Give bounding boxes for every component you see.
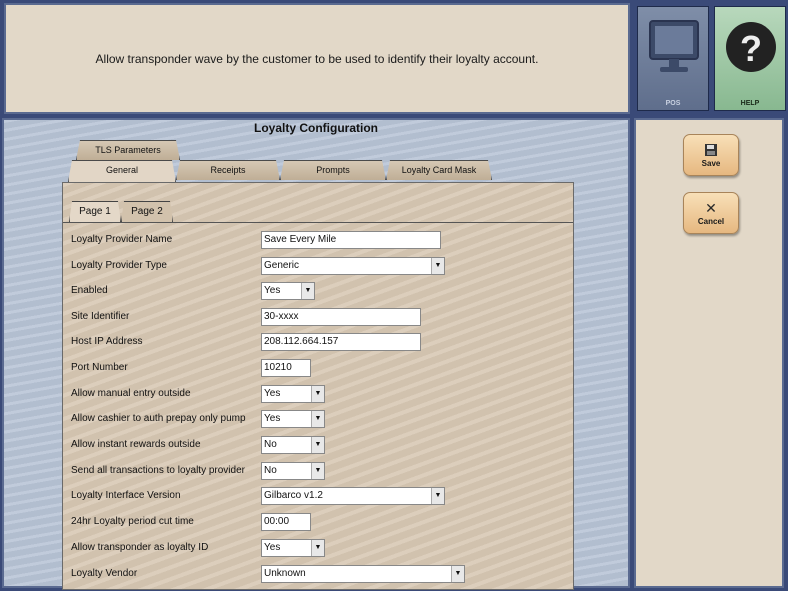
field-row: Allow transponder as loyalty ID Yes ▼	[71, 539, 571, 559]
select-value: Yes	[264, 285, 281, 296]
field-row: Host IP Address 208.112.664.157	[71, 333, 571, 353]
chevron-down-icon: ▼	[311, 437, 324, 453]
select-value: Yes	[264, 413, 281, 424]
svg-text:?: ?	[740, 28, 762, 69]
tab-receipts[interactable]: Receipts	[176, 160, 280, 180]
field-row: Allow cashier to auth prepay only pump Y…	[71, 410, 571, 430]
enabled-select[interactable]: Yes ▼	[261, 282, 315, 300]
field-label: Host IP Address	[71, 336, 143, 347]
select-value: Gilbarco v1.2	[264, 490, 323, 501]
interface-version-select[interactable]: Gilbarco v1.2 ▼	[261, 487, 445, 505]
chevron-down-icon: ▼	[451, 566, 464, 582]
save-button[interactable]: Save	[683, 134, 739, 176]
field-row: Loyalty Provider Type Generic ▼	[71, 257, 571, 277]
floppy-disk-icon	[705, 143, 717, 156]
monitor-icon	[649, 20, 699, 72]
select-value: Yes	[264, 388, 281, 399]
cut-time-input[interactable]: 00:00	[261, 513, 311, 531]
field-row: Send all transactions to loyalty provide…	[71, 462, 571, 482]
field-label: Allow manual entry outside	[71, 388, 191, 399]
select-value: Yes	[264, 542, 281, 553]
action-panel: Save ✕ Cancel	[634, 118, 784, 588]
field-label: Port Number	[71, 362, 128, 373]
field-label: 24hr Loyalty period cut time	[71, 516, 194, 527]
field-row: Loyalty Vendor Unknown ▼	[71, 565, 571, 585]
select-value: No	[264, 439, 277, 450]
message-bar: Allow transponder wave by the customer t…	[4, 3, 630, 114]
field-label: Loyalty Provider Type	[71, 260, 167, 271]
field-row: Enabled Yes ▼	[71, 282, 571, 302]
help-label: HELP	[740, 100, 760, 107]
field-row: Loyalty Provider Name Save Every Mile	[71, 231, 571, 251]
chevron-down-icon: ▼	[301, 283, 314, 299]
cashier-prepay-select[interactable]: Yes ▼	[261, 410, 325, 428]
chevron-down-icon: ▼	[311, 540, 324, 556]
tab-loyalty-card-mask[interactable]: Loyalty Card Mask	[386, 160, 492, 180]
field-label: Allow instant rewards outside	[71, 439, 201, 450]
provider-type-select[interactable]: Generic ▼	[261, 257, 445, 275]
close-icon: ✕	[705, 199, 717, 216]
main-area: Loyalty Configuration TLS Parameters Gen…	[2, 118, 630, 590]
provider-name-input[interactable]: Save Every Mile	[261, 231, 441, 249]
help-button[interactable]: ? HELP	[714, 6, 786, 111]
chevron-down-icon: ▼	[431, 258, 444, 274]
field-row: 24hr Loyalty period cut time 00:00	[71, 513, 571, 533]
manual-entry-select[interactable]: Yes ▼	[261, 385, 325, 403]
cancel-button[interactable]: ✕ Cancel	[683, 192, 739, 234]
port-number-input[interactable]: 10210	[261, 359, 311, 377]
pos-button[interactable]: POS	[637, 6, 709, 111]
cancel-label: Cancel	[697, 216, 725, 226]
save-label: Save	[701, 158, 721, 168]
field-row: Port Number 10210	[71, 359, 571, 379]
tab-general[interactable]: General	[68, 160, 176, 182]
select-value: Unknown	[264, 568, 306, 579]
send-all-select[interactable]: No ▼	[261, 462, 325, 480]
host-ip-input[interactable]: 208.112.664.157	[261, 333, 421, 351]
field-row: Allow instant rewards outside No ▼	[71, 436, 571, 456]
instant-rewards-select[interactable]: No ▼	[261, 436, 325, 454]
field-row: Loyalty Interface Version Gilbarco v1.2 ▼	[71, 487, 571, 507]
chevron-down-icon: ▼	[311, 411, 324, 427]
chevron-down-icon: ▼	[431, 488, 444, 504]
select-value: No	[264, 465, 277, 476]
field-label: Loyalty Vendor	[71, 568, 138, 579]
page-title: Loyalty Configuration	[254, 121, 378, 135]
vendor-select[interactable]: Unknown ▼	[261, 565, 465, 583]
field-label: Enabled	[71, 285, 108, 296]
select-value: Generic	[264, 260, 300, 271]
field-row: Allow manual entry outside Yes ▼	[71, 385, 571, 405]
pos-label: POS	[665, 100, 681, 107]
field-label: Site Identifier	[71, 311, 130, 322]
chevron-down-icon: ▼	[311, 463, 324, 479]
question-icon: ?	[726, 22, 776, 72]
tab-prompts[interactable]: Prompts	[280, 160, 386, 180]
tab-page-2[interactable]: Page 2	[121, 201, 173, 222]
field-label: Loyalty Interface Version	[71, 490, 181, 501]
help-message: Allow transponder wave by the customer t…	[95, 51, 539, 66]
site-identifier-input[interactable]: 30-xxxx	[261, 308, 421, 326]
tab-page-1[interactable]: Page 1	[69, 201, 121, 222]
general-panel: Page 1 Page 2 Loyalty Provider Name Save…	[62, 182, 574, 590]
field-label: Send all transactions to loyalty provide…	[71, 465, 245, 476]
field-label: Allow cashier to auth prepay only pump	[71, 413, 246, 424]
settings-form: Loyalty Provider Name Save Every Mile Lo…	[63, 222, 573, 590]
field-label: Loyalty Provider Name	[71, 234, 173, 245]
transponder-select[interactable]: Yes ▼	[261, 539, 325, 557]
field-label: Allow transponder as loyalty ID	[71, 542, 209, 553]
chevron-down-icon: ▼	[311, 386, 324, 402]
tab-tls-parameters[interactable]: TLS Parameters	[76, 140, 180, 160]
field-row: Site Identifier 30-xxxx	[71, 308, 571, 328]
